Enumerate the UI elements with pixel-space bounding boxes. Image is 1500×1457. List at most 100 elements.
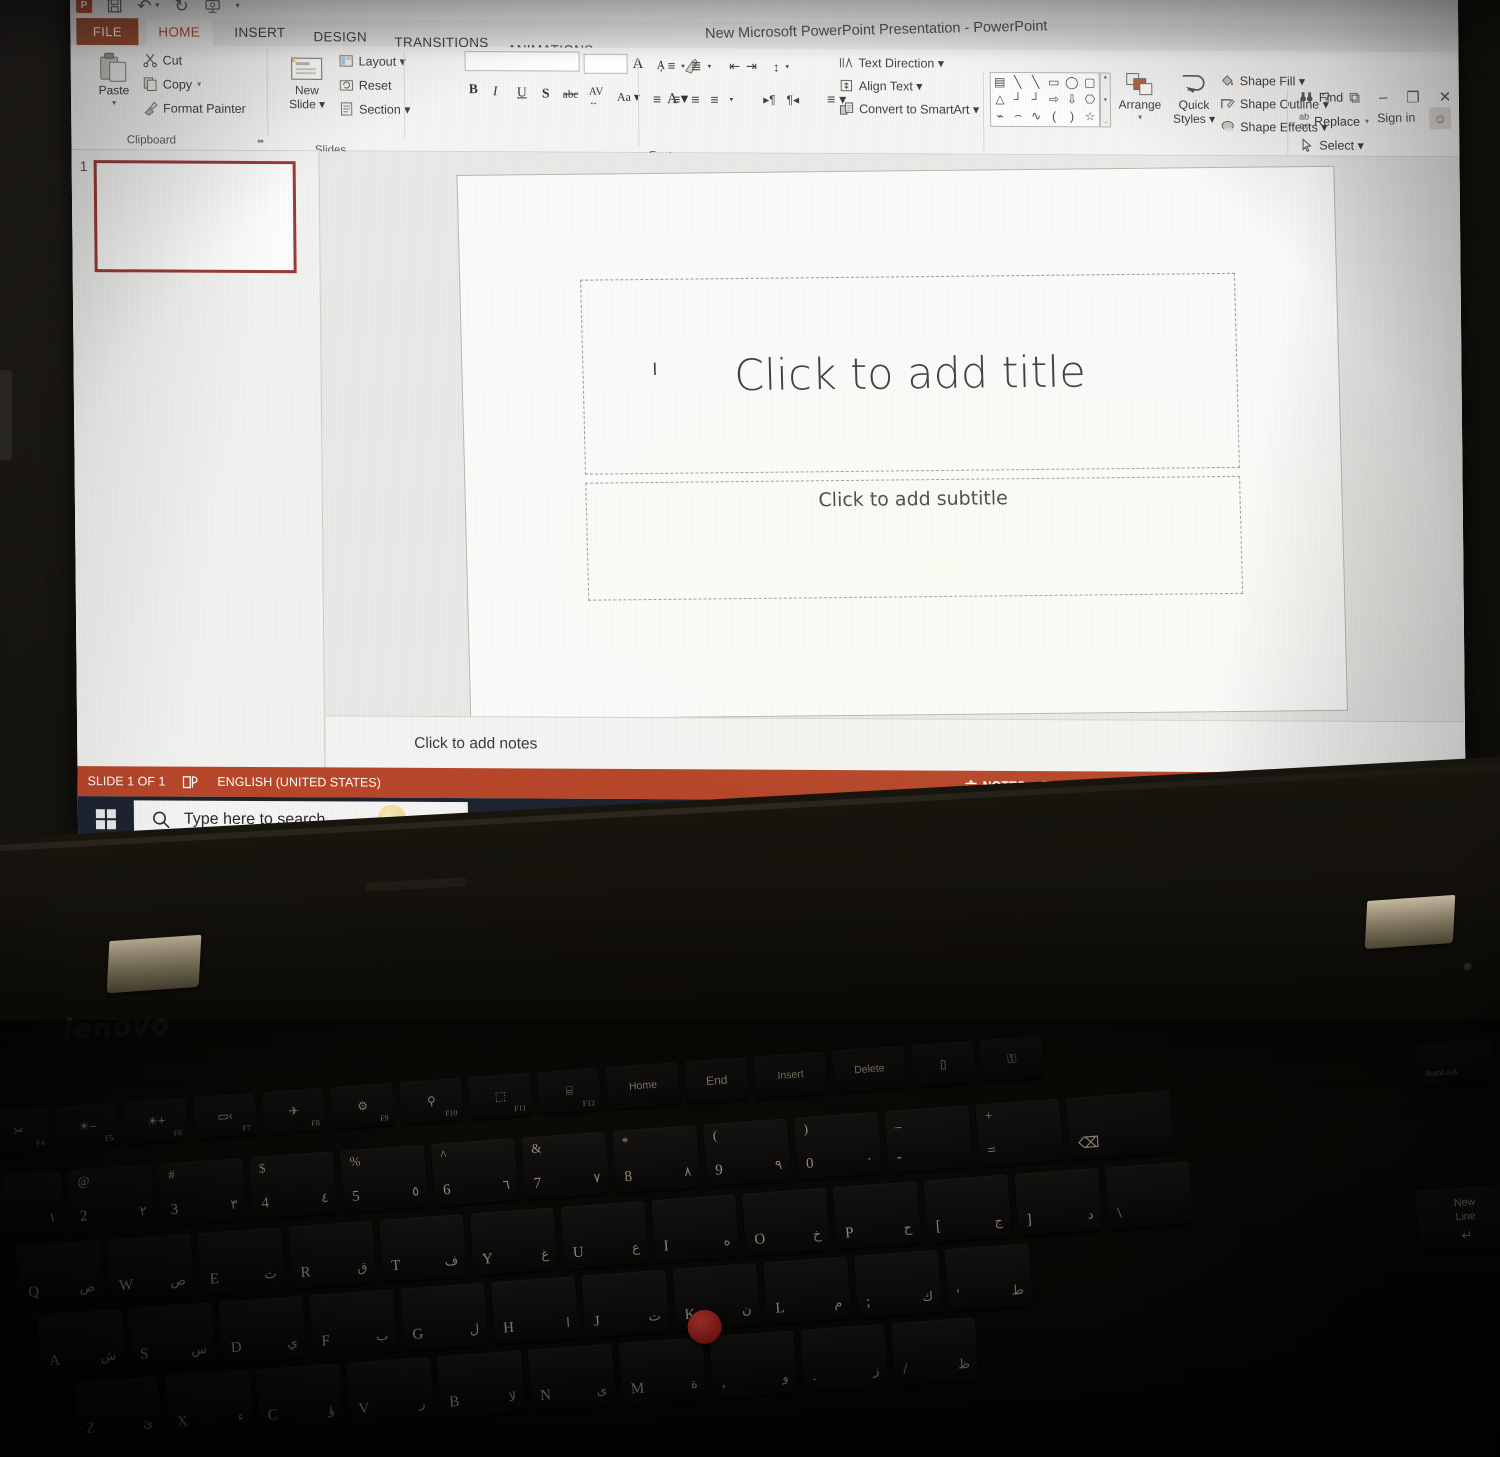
minimize-icon[interactable]: – (1378, 89, 1387, 107)
quick-styles-button[interactable]: Quick Styles ▾ (1169, 73, 1220, 127)
key-3[interactable]: #3 ٣ (158, 1157, 247, 1226)
shape-textbox-icon[interactable]: ▤ (994, 74, 1005, 88)
key--[interactable]: + = (975, 1098, 1064, 1167)
convert-to-smartart-button[interactable]: Convert to SmartArt ▾ (839, 101, 979, 117)
shape-star-icon[interactable]: ☆ (1085, 109, 1096, 123)
shape-arc-icon[interactable]: ⌢ (1014, 108, 1022, 123)
subtitle-placeholder[interactable]: Click to add subtitle (585, 475, 1244, 601)
align-text-button[interactable]: Align Text ▾ (839, 78, 979, 94)
key-q[interactable]: Qض (15, 1240, 105, 1309)
undo-icon[interactable]: ↶ (137, 0, 151, 15)
tab-home[interactable]: HOME (146, 18, 213, 46)
italic-button[interactable]: I (493, 83, 498, 99)
shape-right-arrow-icon[interactable]: ⇨ (1049, 92, 1059, 106)
key--[interactable]: \ (1105, 1161, 1194, 1230)
restore-icon[interactable]: ❐ (1406, 88, 1420, 106)
ltr-button[interactable]: ▸¶ (763, 92, 776, 106)
key-z[interactable]: Zئ (73, 1376, 163, 1445)
increase-indent-button[interactable]: ⇥ (746, 59, 757, 75)
help-icon[interactable]: ? (1321, 90, 1330, 108)
key-4[interactable]: $4 ٤ (249, 1151, 338, 1220)
customize-qat-icon[interactable]: ▾ (236, 1, 240, 10)
ribbon-display-icon[interactable]: ⧉ (1349, 89, 1360, 107)
notes-pane[interactable]: Click to add notes (325, 715, 1466, 774)
key-r[interactable]: Rق (288, 1220, 377, 1289)
key-end[interactable]: End (684, 1057, 750, 1104)
key-t[interactable]: Tف (379, 1214, 468, 1283)
arrange-button[interactable]: Arrange ▾ (1114, 72, 1166, 121)
line-spacing-button[interactable]: ↕ (773, 59, 780, 74)
start-button[interactable] (78, 808, 134, 830)
shape-oval-icon[interactable]: ◯ (1065, 75, 1079, 89)
key-delete[interactable]: Delete (831, 1045, 907, 1093)
select-button[interactable]: Select ▾ (1299, 138, 1369, 153)
bullets-button[interactable]: ⋮≡ (655, 58, 676, 74)
start-slideshow-icon[interactable] (204, 0, 221, 13)
copy-caret-icon[interactable]: ▾ (197, 80, 201, 89)
tab-file[interactable]: FILE (76, 18, 139, 46)
shape-curve-icon[interactable]: ∿ (1031, 109, 1041, 123)
language-label[interactable]: ENGLISH (UNITED STATES) (217, 775, 381, 790)
key-s[interactable]: Sس (127, 1302, 217, 1371)
key-e[interactable]: Eث (197, 1227, 286, 1296)
shape-rounded-rect-icon[interactable]: ▢ (1084, 75, 1095, 89)
format-painter-button[interactable]: Format Painter (143, 100, 246, 116)
key--[interactable]: .ز (800, 1323, 889, 1392)
gallery-scroll-down-icon[interactable]: ⌵ (1103, 119, 1108, 126)
align-left-button[interactable]: ≡ (653, 91, 661, 107)
key-d[interactable]: Dي (218, 1295, 307, 1364)
shape-freeform-icon[interactable]: ⌁ (996, 108, 1003, 122)
key--[interactable]: ⬚ F11 (467, 1072, 533, 1120)
clipboard-dialog-launcher[interactable]: ⬌ (257, 136, 265, 147)
key--[interactable]: _ - (884, 1105, 973, 1174)
key-w[interactable]: Wص (106, 1233, 195, 1302)
copy-button[interactable]: Copy ▾ (143, 76, 246, 92)
key-f[interactable]: Fب (309, 1289, 398, 1358)
shape-pentagon-icon[interactable]: ⎔ (1085, 92, 1096, 106)
new-slide-button[interactable]: New Slide ▾ (279, 54, 336, 112)
align-center-button[interactable]: ≡ (672, 91, 680, 107)
paste-button[interactable]: Paste ▾ (87, 51, 142, 107)
font-size-input[interactable] (583, 53, 628, 74)
key-enter[interactable]: New Line ↵ (1415, 1184, 1500, 1253)
avatar[interactable]: ☺ (1428, 106, 1452, 130)
shadow-button[interactable]: S (542, 85, 550, 101)
key-6[interactable]: ^ 6 ٦ (430, 1138, 519, 1207)
shape-right-brace-icon[interactable]: ) (1070, 109, 1074, 123)
key--[interactable]: ✂ F4 (0, 1107, 52, 1155)
key--[interactable]: ▭‹ F7 (192, 1092, 258, 1140)
key-y[interactable]: Yغ (469, 1207, 559, 1276)
key-b[interactable]: B لا (437, 1350, 526, 1419)
shape-triangle-icon[interactable]: △ (995, 91, 1004, 105)
replace-button[interactable]: ab ac Replace ▾ (1299, 111, 1369, 130)
justify-caret-icon[interactable]: ▾ (730, 95, 734, 103)
key-o[interactable]: Oخ (742, 1187, 831, 1256)
rtl-button[interactable]: ¶◂ (787, 92, 800, 106)
key-n[interactable]: Nى (527, 1343, 617, 1412)
shape-arrow-icon[interactable]: ╲ (1032, 75, 1039, 89)
key-l[interactable]: Lم (763, 1256, 852, 1325)
key--[interactable]: ⚿ (979, 1035, 1045, 1083)
key--[interactable]: ⌫ (1065, 1090, 1175, 1160)
key--[interactable]: ▯ (910, 1040, 976, 1088)
change-case-button[interactable]: Aa ▾ (617, 90, 640, 105)
slide-canvas[interactable]: Click to add title Click to add subtitle… (456, 165, 1349, 720)
title-placeholder[interactable]: Click to add title (580, 272, 1240, 475)
key-p[interactable]: Pح (832, 1181, 922, 1250)
numbering-caret-icon[interactable]: ▾ (708, 62, 712, 70)
key-insert[interactable]: Insert (753, 1051, 829, 1099)
key--[interactable]: ☀– F5 (54, 1102, 120, 1150)
font-name-input[interactable] (464, 51, 580, 72)
key-1[interactable]: !1١ (0, 1171, 66, 1240)
key--[interactable]: ⌸ F12 (536, 1067, 602, 1115)
key--[interactable]: ; ك (853, 1249, 943, 1318)
shape-line-icon[interactable]: ╲ (1014, 74, 1021, 88)
key-i[interactable]: Iه (651, 1194, 740, 1263)
shape-elbow-arrow-icon[interactable]: ┘ (1032, 92, 1041, 106)
reset-button[interactable]: Reset (339, 77, 411, 92)
underline-button[interactable]: U (517, 84, 527, 100)
undo-dropdown-icon[interactable]: ▾ (155, 0, 159, 9)
key-v[interactable]: Vر (346, 1356, 435, 1425)
tab-insert[interactable]: INSERT (222, 19, 297, 46)
key--[interactable]: ⚙ F9 (330, 1082, 396, 1130)
